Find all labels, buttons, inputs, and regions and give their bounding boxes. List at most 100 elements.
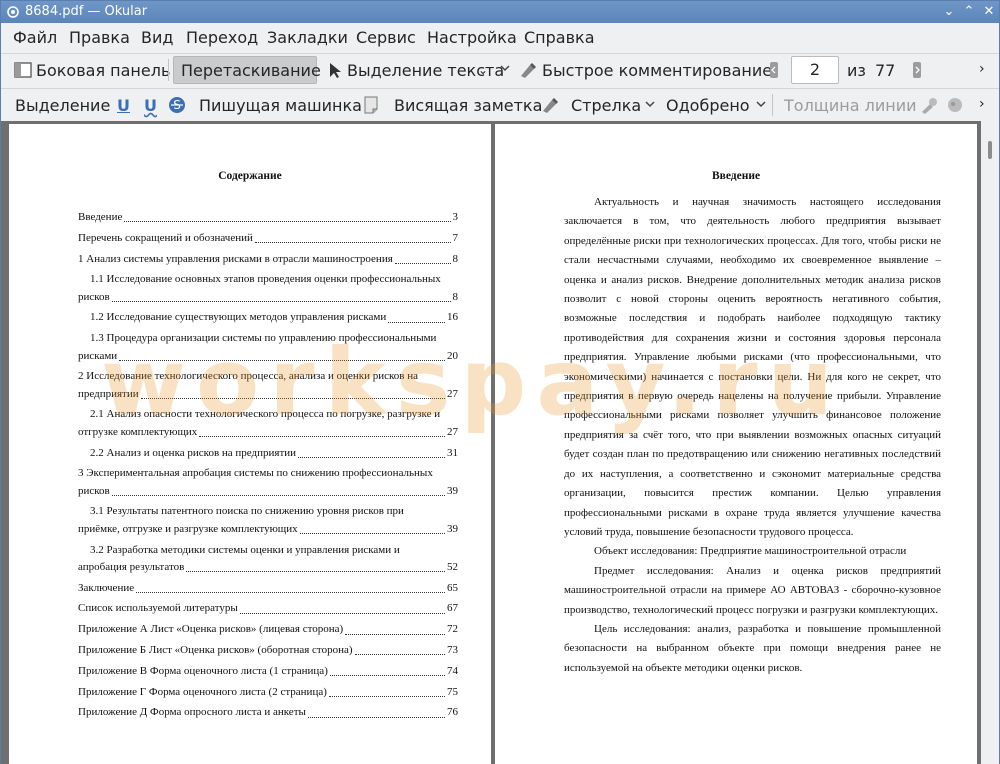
- toc-entry[interactable]: 2.2 Анализ и оценка рисков на предприяти…: [78, 445, 458, 462]
- toc-entry-text-cont: отгрузке комплектующих: [78, 425, 198, 438]
- quick-comment-button[interactable]: Быстрое комментирование: [542, 61, 772, 80]
- squiggly-tool[interactable]: U: [144, 96, 157, 115]
- previous-page-icon[interactable]: [769, 61, 779, 79]
- toc-entry[interactable]: Приложение А Лист «Оценка рисков» (лицев…: [78, 621, 458, 638]
- toc-entry[interactable]: Введение 3: [78, 209, 458, 226]
- toc-entry[interactable]: 1.2 Исследование существующих методов уп…: [78, 309, 458, 326]
- main-toolbar: Боковая панель Перетаскивание Выделение …: [1, 53, 999, 87]
- document-viewer[interactable]: Содержание Введение 3 Перечень сокращений…: [1, 121, 999, 764]
- toc-entry-text-cont: апробация результатов: [78, 560, 185, 573]
- toc-entry-page: 39: [447, 484, 458, 497]
- toc-heading: Содержание: [218, 170, 282, 182]
- typewriter-tool[interactable]: Пишущая машинка: [199, 96, 362, 115]
- toc-leader: [199, 436, 445, 438]
- toc-entry-page: 8: [452, 252, 459, 265]
- underline-tool[interactable]: U: [117, 96, 130, 115]
- toc-leader: [186, 571, 445, 573]
- strikeout-icon[interactable]: S: [168, 96, 186, 114]
- toolbar-overflow-icon[interactable]: ›: [979, 96, 985, 112]
- chevron-down-icon[interactable]: [499, 63, 511, 73]
- toc-entry[interactable]: 3.2 Разработка методики системы оценки и…: [78, 542, 458, 577]
- toc-entry-text: Приложение А Лист «Оценка рисков» (лицев…: [78, 623, 344, 636]
- toc-entry-text: Перечень сокращений и обозначений: [78, 231, 253, 244]
- text-select-dropdown-icon[interactable]: ⌄: [478, 63, 488, 77]
- next-page-icon[interactable]: [912, 61, 922, 79]
- sticky-note-tool[interactable]: Висящая заметка: [394, 96, 542, 115]
- toc-entry-page: 72: [447, 623, 458, 636]
- highlight-tool[interactable]: Выделение: [15, 96, 110, 115]
- table-of-contents: Введение 3 Перечень сокращений и обозначе…: [78, 209, 458, 725]
- toc-entry-page: 27: [447, 425, 458, 438]
- menu-settings[interactable]: Настройка: [427, 28, 517, 47]
- menu-go[interactable]: Переход: [186, 28, 258, 47]
- toc-entry-text: Приложение Г Форма оценочного листа (2 с…: [78, 685, 327, 698]
- toc-leader: [136, 591, 445, 593]
- toc-leader: [345, 633, 445, 635]
- toc-entry[interactable]: 1.1 Исследование основных этапов проведе…: [78, 271, 458, 306]
- toc-entry[interactable]: Приложение Б Лист «Оценка рисков» (оборо…: [78, 642, 458, 659]
- toc-leader: [254, 242, 451, 244]
- menu-tools[interactable]: Сервис: [356, 28, 416, 47]
- toolbar-divider: [1, 53, 999, 54]
- stamp-tool[interactable]: Одобрено: [666, 96, 750, 115]
- title-bar[interactable]: 8684.pdf — Okular ⌄ ⌃ ✕: [1, 1, 999, 23]
- page-total-label: 77: [875, 61, 896, 80]
- line-width-tool[interactable]: Толщина линии: [784, 96, 917, 115]
- toc-leader: [124, 221, 451, 223]
- toc-entry[interactable]: Список используемой литературы 67: [78, 600, 458, 617]
- sidebar-button[interactable]: Боковая панель: [36, 61, 170, 80]
- close-icon[interactable]: ✕: [981, 4, 997, 20]
- toc-entry-text: 3.1 Результаты патентного поиска по сниж…: [90, 505, 404, 518]
- toc-entry-text: Заключение: [78, 581, 135, 594]
- toc-entry[interactable]: Приложение Г Форма оценочного листа (2 с…: [78, 684, 458, 701]
- toc-entry-page: 39: [447, 522, 458, 535]
- toolbar-divider: [1, 88, 999, 89]
- toc-entry-text: Приложение В Форма оценочного листа (1 с…: [78, 664, 328, 677]
- drag-mode-button[interactable]: Перетаскивание: [181, 61, 321, 80]
- intro-text: Актуальность и научная значимость настоя…: [564, 193, 941, 678]
- vertical-scrollbar[interactable]: [981, 121, 999, 764]
- menu-file[interactable]: Файл: [13, 28, 57, 47]
- scrollbar-handle[interactable]: [988, 141, 992, 159]
- toc-entry[interactable]: 1.3 Процедура организации системы по упр…: [78, 330, 458, 365]
- okular-window: 8684.pdf — Okular ⌄ ⌃ ✕ Файл Правка Вид …: [0, 0, 1000, 764]
- sidebar-icon[interactable]: [14, 62, 32, 78]
- toc-entry-text: 3.2 Разработка методики системы оценки и…: [90, 543, 400, 556]
- window-title: 8684.pdf — Okular: [25, 4, 148, 19]
- toc-entry-page: 8: [452, 290, 459, 303]
- toc-entry-text: Приложение Д Форма опросного листа и анк…: [78, 706, 306, 719]
- toc-entry[interactable]: Приложение В Форма оценочного листа (1 с…: [78, 663, 458, 680]
- toc-entry-page: 67: [447, 602, 458, 615]
- toc-entry[interactable]: 1 Анализ системы управления рисками в от…: [78, 251, 458, 268]
- toc-entry-text: 1.3 Процедура организации системы по упр…: [90, 332, 437, 345]
- toc-entry[interactable]: Перечень сокращений и обозначений 7: [78, 230, 458, 247]
- minimize-icon[interactable]: ⌄: [941, 4, 957, 20]
- page-number-input[interactable]: 2: [791, 56, 839, 84]
- chevron-down-icon[interactable]: [644, 99, 656, 109]
- arrow-tool[interactable]: Стрелка: [571, 96, 641, 115]
- color-picker-icon[interactable]: [920, 96, 938, 114]
- fill-color-icon[interactable]: [946, 96, 964, 114]
- pdf-page-3: Введение Актуальность и научная значимос…: [495, 124, 977, 764]
- toc-entry[interactable]: 2.1 Анализ опасности технологического пр…: [78, 406, 458, 441]
- toc-entry[interactable]: Приложение Д Форма опросного листа и анк…: [78, 704, 458, 721]
- toc-entry-text: 2.1 Анализ опасности технологического пр…: [90, 408, 441, 421]
- toc-leader: [354, 654, 445, 656]
- toc-entry-text: 2 Исследование технологического процесса…: [78, 370, 418, 383]
- toc-entry-text-cont: рисками: [78, 349, 118, 362]
- menu-help[interactable]: Справка: [524, 28, 595, 47]
- chevron-down-icon[interactable]: [755, 99, 767, 109]
- toc-entry[interactable]: 3 Экспериментальная апробация системы по…: [78, 465, 458, 500]
- toc-entry-page: 65: [447, 581, 458, 594]
- toc-entry-page: 73: [447, 644, 458, 657]
- toc-entry[interactable]: 3.1 Результаты патентного поиска по сниж…: [78, 503, 458, 538]
- toc-entry[interactable]: 2 Исследование технологического процесса…: [78, 368, 458, 403]
- toolbar-overflow-icon[interactable]: ›: [979, 61, 985, 77]
- maximize-icon[interactable]: ⌃: [961, 4, 977, 20]
- menu-view[interactable]: Вид: [141, 28, 173, 47]
- cursor-arrow-icon: [330, 63, 341, 78]
- toc-leader: [298, 456, 445, 458]
- menu-bookmarks[interactable]: Закладки: [267, 28, 348, 47]
- toc-entry[interactable]: Заключение 65: [78, 580, 458, 597]
- menu-edit[interactable]: Правка: [69, 28, 130, 47]
